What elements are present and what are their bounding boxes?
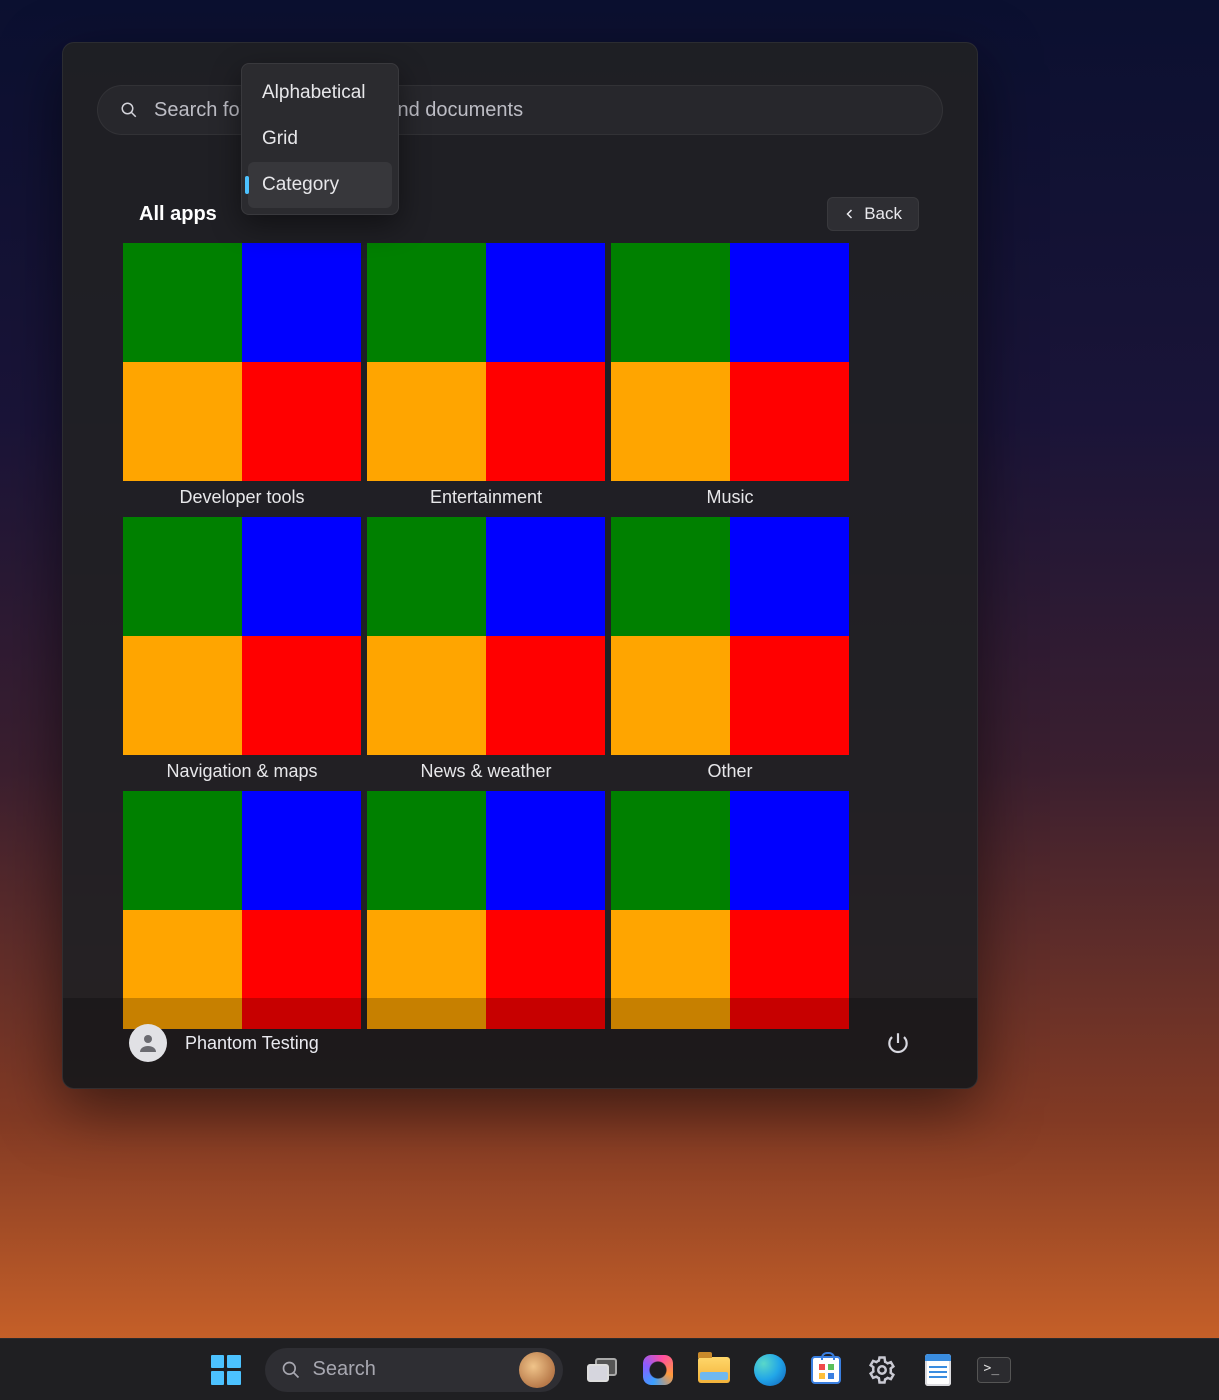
- category-label: News & weather: [420, 761, 551, 785]
- notepad-icon: [925, 1354, 951, 1386]
- terminal-button[interactable]: [977, 1353, 1011, 1387]
- view-mode-alphabetical[interactable]: Alphabetical: [248, 70, 392, 116]
- category-music[interactable]: Music: [611, 243, 849, 511]
- category-label: Other: [707, 761, 752, 785]
- category-tile: [123, 517, 361, 755]
- copilot-icon: [643, 1355, 673, 1385]
- user-account-button[interactable]: Phantom Testing: [129, 1024, 319, 1062]
- category-label: Developer tools: [179, 487, 304, 511]
- settings-button[interactable]: [865, 1353, 899, 1387]
- category-label: Entertainment: [430, 487, 542, 511]
- category-tile: [123, 243, 361, 481]
- edge-icon: [754, 1354, 786, 1386]
- category-tile: [367, 243, 605, 481]
- start-footer: Phantom Testing: [63, 998, 977, 1088]
- copilot-button[interactable]: [641, 1353, 675, 1387]
- category-other[interactable]: Other: [611, 517, 849, 785]
- menu-item-label: Grid: [262, 128, 298, 150]
- windows-logo-icon: [211, 1355, 241, 1385]
- power-icon: [885, 1030, 911, 1056]
- search-icon: [120, 101, 138, 119]
- taskbar-search[interactable]: Search: [265, 1348, 563, 1392]
- back-button[interactable]: Back: [827, 197, 919, 231]
- user-avatar-icon: [129, 1024, 167, 1062]
- view-mode-menu: Alphabetical Grid Category: [241, 63, 399, 215]
- category-tile: [367, 791, 605, 1029]
- category-grid: Developer tools Entertainment Music Navi…: [123, 243, 907, 1059]
- category-label: Navigation & maps: [166, 761, 317, 785]
- category-tile: [611, 791, 849, 1029]
- menu-item-label: Category: [262, 174, 339, 196]
- search-icon: [281, 1360, 301, 1380]
- category-tile: [611, 243, 849, 481]
- chevron-left-icon: [844, 208, 856, 220]
- category-developer-tools[interactable]: Developer tools: [123, 243, 361, 511]
- folder-icon: [698, 1357, 730, 1383]
- category-navigation-maps[interactable]: Navigation & maps: [123, 517, 361, 785]
- all-apps-heading: All apps: [139, 203, 217, 226]
- start-search-bar[interactable]: [97, 85, 943, 135]
- category-tile: [611, 517, 849, 755]
- taskbar-search-label: Search: [313, 1358, 376, 1381]
- start-button[interactable]: [209, 1353, 243, 1387]
- taskbar: Search: [0, 1338, 1219, 1400]
- edge-button[interactable]: [753, 1353, 787, 1387]
- file-explorer-button[interactable]: [697, 1353, 731, 1387]
- gear-icon: [867, 1355, 897, 1385]
- category-tile: [367, 517, 605, 755]
- search-highlight-icon: [519, 1352, 555, 1388]
- store-icon: [811, 1356, 841, 1384]
- microsoft-store-button[interactable]: [809, 1353, 843, 1387]
- notepad-button[interactable]: [921, 1353, 955, 1387]
- back-button-label: Back: [864, 204, 902, 224]
- menu-item-label: Alphabetical: [262, 82, 366, 104]
- terminal-icon: [977, 1357, 1011, 1383]
- task-view-icon: [587, 1358, 617, 1382]
- start-menu-panel: All apps Back Alphabetical Grid Category…: [62, 42, 978, 1089]
- category-tile: [123, 791, 361, 1029]
- user-name-label: Phantom Testing: [185, 1033, 319, 1054]
- task-view-button[interactable]: [585, 1353, 619, 1387]
- view-mode-category[interactable]: Category: [248, 162, 392, 208]
- view-mode-grid[interactable]: Grid: [248, 116, 392, 162]
- category-entertainment[interactable]: Entertainment: [367, 243, 605, 511]
- power-button[interactable]: [885, 1030, 911, 1056]
- category-news-weather[interactable]: News & weather: [367, 517, 605, 785]
- category-label: Music: [706, 487, 753, 511]
